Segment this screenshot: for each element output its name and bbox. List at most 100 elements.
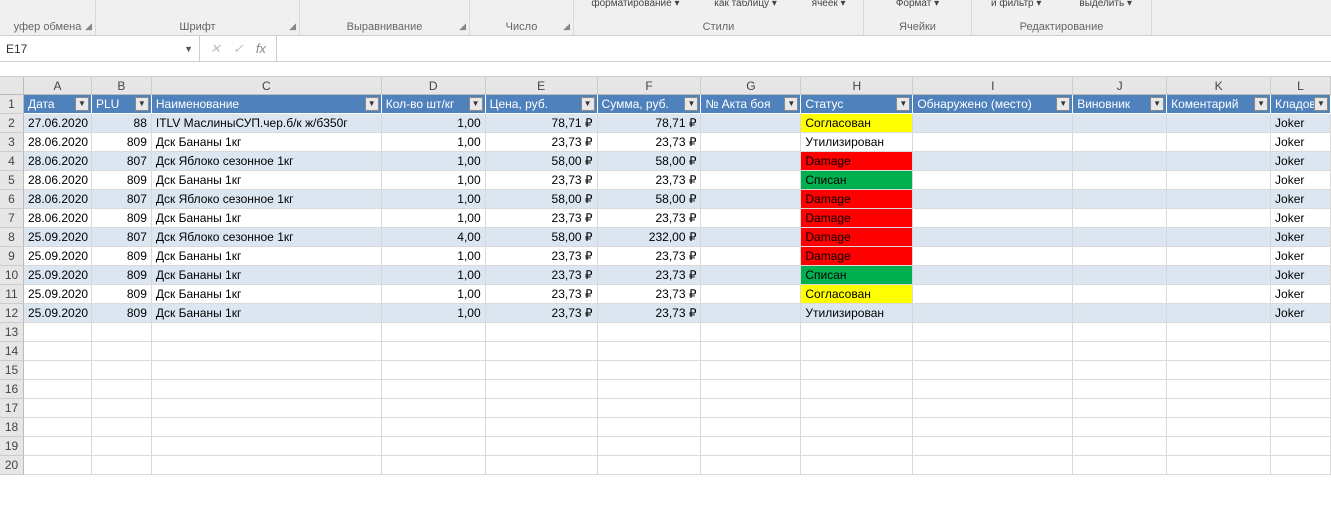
status-cell[interactable]: Damage — [801, 209, 913, 228]
cell[interactable] — [913, 399, 1073, 418]
cell[interactable]: 23,73 ₽ — [486, 171, 598, 190]
cell[interactable] — [92, 418, 152, 437]
ribbon-top-label[interactable]: Формат ▾ — [892, 0, 943, 9]
cell[interactable]: 23,73 ₽ — [486, 304, 598, 323]
cell[interactable] — [801, 361, 913, 380]
col-header-C[interactable]: C — [152, 77, 382, 94]
cell[interactable] — [701, 304, 801, 323]
cell[interactable]: 23,73 ₽ — [598, 247, 702, 266]
cell[interactable]: Дск Бананы 1кг — [152, 247, 382, 266]
table-header-cell[interactable]: № Акта боя▼ — [701, 95, 801, 114]
row-header[interactable]: 13 — [0, 323, 24, 342]
cell[interactable]: 1,00 — [382, 133, 486, 152]
cell[interactable] — [701, 209, 801, 228]
ribbon-expand-icon[interactable]: ◢ — [459, 21, 466, 32]
cell[interactable] — [1073, 266, 1167, 285]
filter-dropdown-icon[interactable]: ▼ — [1056, 97, 1070, 111]
col-header-E[interactable]: E — [486, 77, 598, 94]
cell[interactable] — [382, 456, 486, 475]
cell[interactable] — [92, 361, 152, 380]
cell[interactable]: Joker — [1271, 190, 1331, 209]
filter-dropdown-icon[interactable]: ▼ — [1314, 97, 1328, 111]
cell[interactable] — [913, 266, 1073, 285]
cell[interactable]: 25.09.2020 — [24, 266, 92, 285]
cell[interactable] — [598, 323, 702, 342]
cell[interactable]: Дск Бананы 1кг — [152, 266, 382, 285]
cell[interactable] — [801, 380, 913, 399]
cell[interactable] — [1073, 304, 1167, 323]
cell[interactable]: 88 — [92, 114, 152, 133]
row-header[interactable]: 4 — [0, 152, 24, 171]
cell[interactable]: Joker — [1271, 304, 1331, 323]
cell[interactable] — [24, 399, 92, 418]
cell[interactable] — [1073, 228, 1167, 247]
row-header[interactable]: 11 — [0, 285, 24, 304]
cell[interactable] — [152, 399, 382, 418]
cell[interactable]: Joker — [1271, 114, 1331, 133]
cell[interactable] — [801, 418, 913, 437]
row-header[interactable]: 7 — [0, 209, 24, 228]
cell[interactable] — [152, 361, 382, 380]
cell[interactable]: 58,00 ₽ — [598, 190, 702, 209]
cell[interactable]: 78,71 ₽ — [598, 114, 702, 133]
cell[interactable] — [1167, 266, 1271, 285]
cell[interactable] — [913, 456, 1073, 475]
cell[interactable] — [1167, 209, 1271, 228]
cell[interactable] — [24, 437, 92, 456]
cell[interactable] — [1073, 323, 1167, 342]
cell[interactable]: 25.09.2020 — [24, 304, 92, 323]
cell[interactable] — [701, 133, 801, 152]
cell[interactable]: 23,73 ₽ — [486, 209, 598, 228]
filter-dropdown-icon[interactable]: ▼ — [896, 97, 910, 111]
cell[interactable] — [913, 133, 1073, 152]
cell[interactable]: 1,00 — [382, 171, 486, 190]
cell[interactable]: 1,00 — [382, 247, 486, 266]
cell[interactable] — [24, 361, 92, 380]
cell[interactable]: 25.09.2020 — [24, 285, 92, 304]
filter-dropdown-icon[interactable]: ▼ — [135, 97, 149, 111]
row-header[interactable]: 17 — [0, 399, 24, 418]
cell[interactable] — [486, 323, 598, 342]
cell[interactable]: 23,73 ₽ — [486, 247, 598, 266]
status-cell[interactable]: Damage — [801, 228, 913, 247]
status-cell[interactable]: Согласован — [801, 285, 913, 304]
cell[interactable]: 23,73 ₽ — [598, 266, 702, 285]
cell[interactable] — [701, 266, 801, 285]
cell[interactable] — [701, 418, 801, 437]
cell[interactable] — [1167, 342, 1271, 361]
cell[interactable] — [801, 342, 913, 361]
table-header-cell[interactable]: Дата▼ — [24, 95, 92, 114]
cell[interactable] — [152, 380, 382, 399]
cell[interactable] — [701, 247, 801, 266]
cell[interactable] — [1073, 285, 1167, 304]
status-cell[interactable]: Damage — [801, 190, 913, 209]
cell[interactable] — [598, 437, 702, 456]
cell[interactable] — [701, 228, 801, 247]
table-header-cell[interactable]: Статус▼ — [801, 95, 913, 114]
cell[interactable] — [1167, 114, 1271, 133]
cell[interactable]: Joker — [1271, 152, 1331, 171]
cell[interactable] — [486, 380, 598, 399]
cell[interactable] — [701, 285, 801, 304]
row-header[interactable]: 6 — [0, 190, 24, 209]
col-header-G[interactable]: G — [701, 77, 801, 94]
cell[interactable]: Joker — [1271, 209, 1331, 228]
cell[interactable] — [92, 323, 152, 342]
cell[interactable] — [24, 342, 92, 361]
cell[interactable] — [486, 342, 598, 361]
cell[interactable]: 27.06.2020 — [24, 114, 92, 133]
row-header[interactable]: 16 — [0, 380, 24, 399]
cell[interactable]: 809 — [92, 247, 152, 266]
cell[interactable]: 232,00 ₽ — [598, 228, 702, 247]
name-box-dropdown-icon[interactable]: ▼ — [184, 44, 193, 54]
cell[interactable]: Дск Бананы 1кг — [152, 285, 382, 304]
cell[interactable] — [152, 418, 382, 437]
cell[interactable]: 807 — [92, 190, 152, 209]
cell[interactable]: 809 — [92, 209, 152, 228]
col-header-F[interactable]: F — [598, 77, 702, 94]
cell[interactable]: 25.09.2020 — [24, 247, 92, 266]
cell[interactable]: Joker — [1271, 133, 1331, 152]
cell[interactable] — [1073, 399, 1167, 418]
cell[interactable]: 58,00 ₽ — [486, 190, 598, 209]
cell[interactable] — [1073, 171, 1167, 190]
